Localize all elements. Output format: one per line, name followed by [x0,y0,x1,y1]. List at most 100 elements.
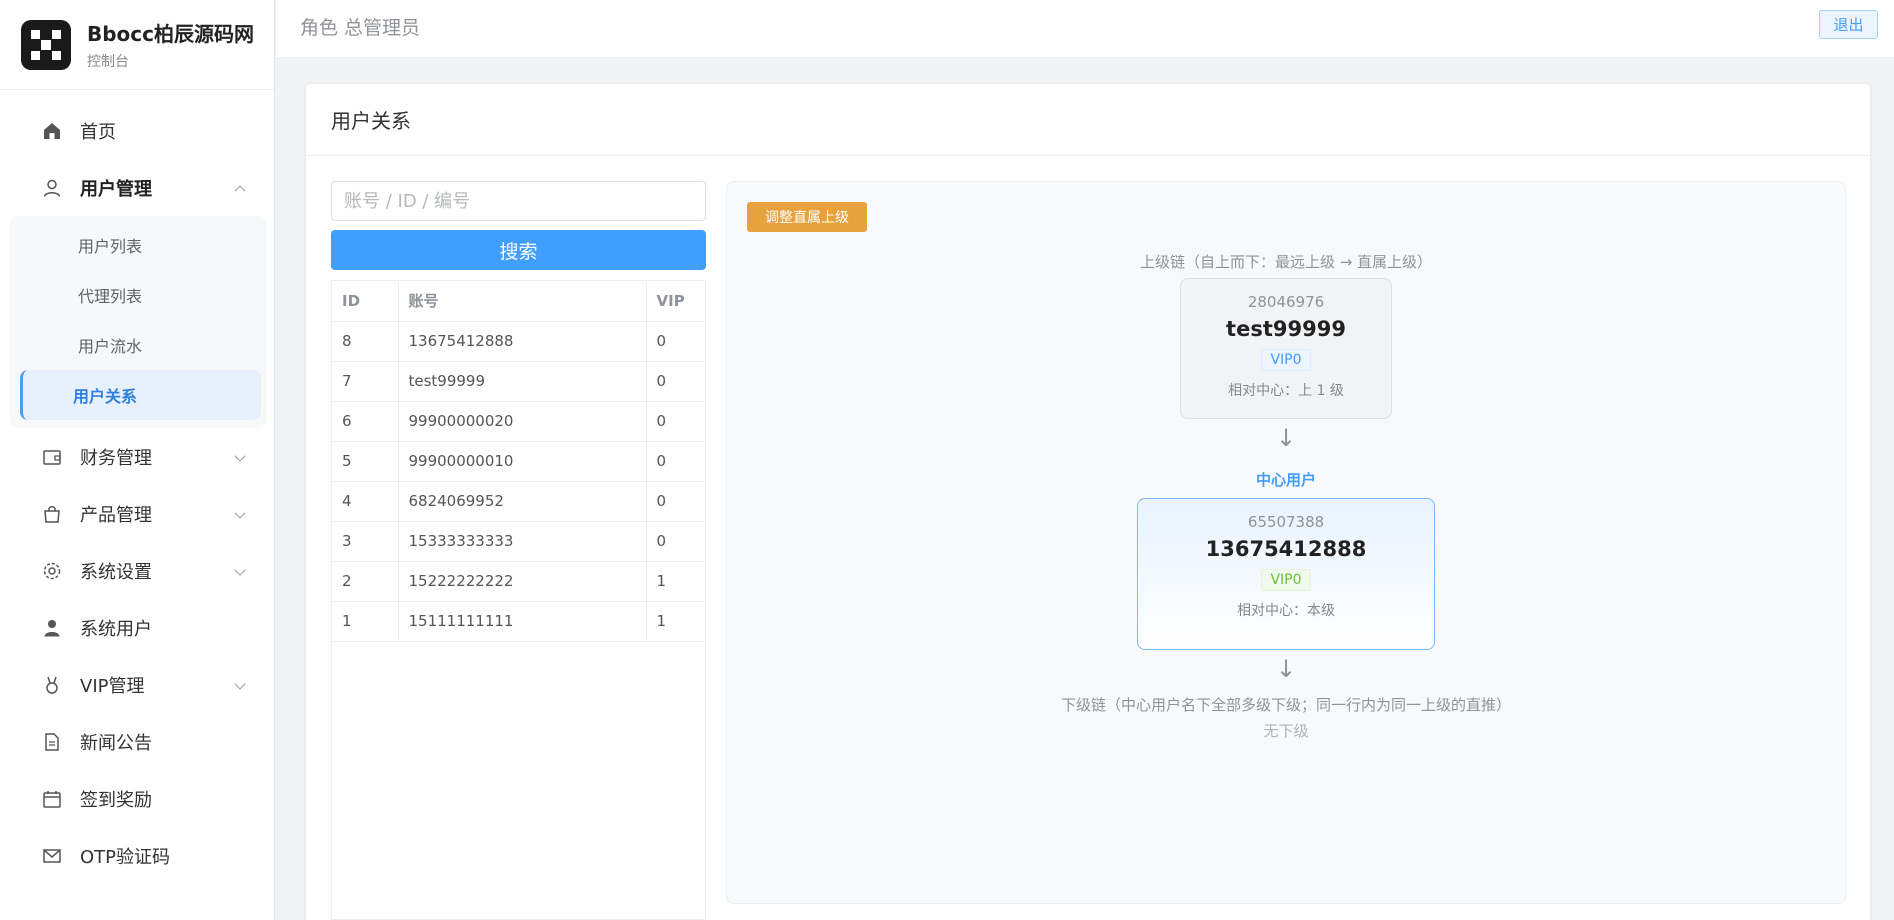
chevron-up-icon [234,184,246,197]
relative-level: 相对中心：本级 [1237,603,1335,619]
wallet-icon [42,447,62,467]
cell-id: 5 [332,441,399,482]
top-header: 角色 总管理员 退出 [276,0,1894,57]
table-row[interactable]: 6 99900000020 0 [332,401,705,442]
mail-icon [42,846,62,866]
role-title: 角色 总管理员 [300,17,421,39]
chevron-down-icon [234,449,246,462]
sidebar-subitem-user-list[interactable]: 用户列表 [10,220,266,270]
cell-vip: 0 [646,361,705,402]
cell-id: 8 [332,321,399,362]
sidebar-item-label: 签到奖励 [80,789,152,811]
sidebar: Bbocc柏辰源码网 控制台 首页 用户管理 用户列表 代理列表 用户流水 用户… [0,0,275,920]
arrow-down-icon: ↓ [1275,655,1297,683]
sidebar-item-finance[interactable]: 财务管理 [0,428,274,485]
brand: Bbocc柏辰源码网 控制台 [0,0,274,90]
cell-account: 6824069952 [398,481,647,522]
vip-badge: VIP0 [1261,569,1311,591]
chevron-down-icon [234,677,246,690]
sidebar-item-system-users[interactable]: 系统用户 [0,599,274,656]
sidebar-item-label: 系统设置 [80,561,152,583]
home-icon [42,121,62,141]
center-user-card[interactable]: 65507388 13675412888 VIP0 相对中心：本级 [1137,498,1435,650]
user-icon [42,178,62,198]
bag-icon [42,504,62,524]
table-row[interactable]: 1 15111111111 1 [332,601,705,642]
sidebar-item-label: 产品管理 [80,504,152,526]
brand-title: Bbocc柏辰源码网 [87,22,255,46]
adjust-parent-button[interactable]: 调整直属上级 [747,202,867,232]
sidebar-item-checkin[interactable]: 签到奖励 [0,770,274,827]
cell-vip: 0 [646,321,705,362]
cell-vip: 1 [646,561,705,602]
cell-vip: 0 [646,481,705,522]
user-code: 28046976 [1247,293,1325,311]
medal-icon [42,675,62,695]
chevron-down-icon [234,563,246,576]
table-row[interactable]: 2 15222222222 1 [332,561,705,602]
page-title: 用户关系 [306,84,1870,156]
sidebar-item-home[interactable]: 首页 [0,102,274,159]
upper-user-card[interactable]: 28046976 test99999 VIP0 相对中心：上 1 级 [1180,278,1392,419]
cell-account: 99900000020 [398,401,647,442]
sidebar-item-label: 新闻公告 [80,732,152,754]
column-header-account[interactable]: 账号 [398,281,647,322]
cell-id: 7 [332,361,399,402]
chevron-down-icon [234,506,246,519]
logo-icon [21,19,71,70]
search-button[interactable]: 搜索 [331,230,706,270]
cell-vip: 0 [646,441,705,482]
cell-vip: 0 [646,401,705,442]
sidebar-item-products[interactable]: 产品管理 [0,485,274,542]
table-row[interactable]: 3 15333333333 0 [332,521,705,562]
upper-chain-label: 上级链（自上而下：最远上级 → 直属上级） [1139,253,1433,271]
logout-button[interactable]: 退出 [1819,10,1878,39]
sidebar-item-label: 首页 [80,121,116,143]
cell-account: 15333333333 [398,521,647,562]
sidebar-menu: 首页 用户管理 用户列表 代理列表 用户流水 用户关系 财务管理 产品管理 系统… [0,90,274,884]
table-row[interactable]: 4 6824069952 0 [332,481,705,522]
column-header-vip[interactable]: VIP [646,281,705,322]
sidebar-item-user-management[interactable]: 用户管理 [0,159,274,216]
arrow-down-icon: ↓ [1275,424,1297,452]
sidebar-item-news[interactable]: 新闻公告 [0,713,274,770]
cell-account: test99999 [398,361,647,402]
sidebar-item-label: VIP管理 [80,675,145,697]
sidebar-item-label: 系统用户 [80,618,152,640]
cell-id: 2 [332,561,399,602]
cell-vip: 0 [646,521,705,562]
no-lower-text: 无下级 [1263,722,1309,740]
cell-id: 6 [332,401,399,442]
cell-account: 13675412888 [398,321,647,362]
search-input[interactable] [331,181,706,221]
sidebar-item-label: OTP验证码 [80,846,171,868]
relation-panel: 调整直属上级 上级链（自上而下：最远上级 → 直属上级） 28046976 te… [726,181,1846,904]
relative-level: 相对中心：上 1 级 [1228,383,1344,399]
cell-id: 3 [332,521,399,562]
cell-account: 99900000010 [398,441,647,482]
table-row[interactable]: 7 test99999 0 [332,361,705,402]
brand-subtitle: 控制台 [87,54,129,70]
sidebar-subitem-user-relation[interactable]: 用户关系 [20,370,261,420]
center-user-label: 中心用户 [1255,471,1316,489]
user-code: 65507388 [1247,513,1325,531]
sidebar-item-vip[interactable]: VIP管理 [0,656,274,713]
user-name: 13675412888 [1205,537,1367,561]
sidebar-item-label: 财务管理 [80,447,152,469]
calendar-icon [42,789,62,809]
sidebar-subitem-user-flow[interactable]: 用户流水 [10,320,266,370]
sidebar-item-otp[interactable]: OTP验证码 [0,827,274,884]
main-card: 用户关系 搜索 ID 账号 VIP 8136754128880 7test999… [306,84,1870,920]
sidebar-item-settings[interactable]: 系统设置 [0,542,274,599]
vip-badge: VIP0 [1261,349,1311,371]
lower-chain-label: 下级链（中心用户名下全部多级下级；同一行内为同一上级的直推） [1060,696,1511,714]
sidebar-subitem-agent-list[interactable]: 代理列表 [10,270,266,320]
cell-id: 1 [332,601,399,642]
person-icon [42,618,62,638]
gear-icon [42,561,62,581]
user-table: ID 账号 VIP 8 13675412888 0 7 test99999 0 6 999… [331,280,706,920]
cell-account: 15111111111 [398,601,647,642]
table-row[interactable]: 5 99900000010 0 [332,441,705,482]
column-header-id[interactable]: ID [332,281,399,322]
table-row[interactable]: 8 13675412888 0 [332,321,705,362]
